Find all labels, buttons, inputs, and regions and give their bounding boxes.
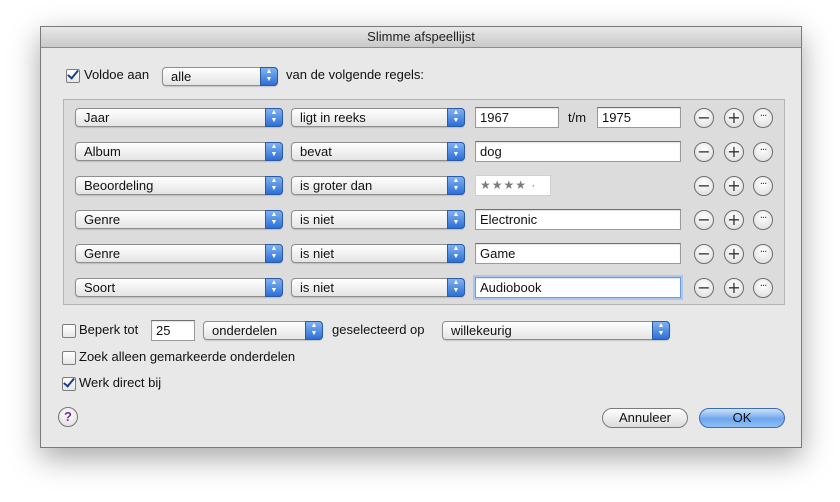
popup-arrows-icon: ▲ ▼ <box>447 278 465 297</box>
only-checked-checkbox[interactable] <box>62 351 76 365</box>
rule-field-value: Jaar <box>84 110 110 125</box>
rule-operator-popup[interactable]: is groter dan ▲ ▼ <box>291 176 465 195</box>
selected-by-value: willekeurig <box>451 323 512 338</box>
cancel-button[interactable]: Annuleer <box>602 408 688 428</box>
rule-field-value: Beoordeling <box>84 178 154 193</box>
rules-panel: Jaar ▲ ▼ ligt in reeks ▲ ▼ 1967 t/m 1975 −… <box>63 99 785 305</box>
popup-arrows-icon: ▲ ▼ <box>447 176 465 195</box>
add-nested-rule-button[interactable]: ··· <box>753 108 773 128</box>
add-nested-rule-button[interactable]: ··· <box>753 278 773 298</box>
add-rule-button[interactable]: + <box>724 244 744 264</box>
match-selector-value: alle <box>171 69 192 84</box>
rule-operator-value: is niet <box>300 246 334 261</box>
add-rule-button[interactable]: + <box>724 278 744 298</box>
live-update-label: Werk direct bij <box>79 375 162 390</box>
add-rule-button[interactable]: + <box>724 108 744 128</box>
add-nested-rule-button[interactable]: ··· <box>753 210 773 230</box>
add-rule-button[interactable]: + <box>724 142 744 162</box>
limit-unit-value: onderdelen <box>212 323 278 338</box>
rule-value-field[interactable]: Game <box>475 243 681 264</box>
rule-operator-value: bevat <box>300 144 332 159</box>
popup-arrows-icon: ▲ ▼ <box>265 210 283 229</box>
rating-stars-control[interactable]: ★★★★ · <box>475 175 551 196</box>
rule-value-field[interactable]: Audiobook <box>475 277 681 298</box>
remove-rule-button[interactable]: − <box>694 142 714 162</box>
popup-arrows-icon: ▲ ▼ <box>447 142 465 161</box>
rule-operator-value: is niet <box>300 280 334 295</box>
rule-operator-value: is niet <box>300 212 334 227</box>
add-rule-button[interactable]: + <box>724 176 744 196</box>
rule-field-value: Album <box>84 144 121 159</box>
rule-field-popup[interactable]: Genre ▲ ▼ <box>75 244 283 263</box>
rule-operator-value: is groter dan <box>300 178 373 193</box>
add-nested-rule-button[interactable]: ··· <box>753 142 773 162</box>
rule-field-popup[interactable]: Soort ▲ ▼ <box>75 278 283 297</box>
popup-arrows-icon: ▲ ▼ <box>447 244 465 263</box>
popup-arrows-icon: ▲ ▼ <box>447 210 465 229</box>
live-update-checkbox[interactable] <box>62 377 76 391</box>
remove-rule-button[interactable]: − <box>694 210 714 230</box>
rule-field-popup[interactable]: Album ▲ ▼ <box>75 142 283 161</box>
selected-by-popup[interactable]: willekeurig ▲ ▼ <box>442 321 670 340</box>
only-checked-label: Zoek alleen gemarkeerde onderdelen <box>79 349 296 364</box>
match-selector-popup[interactable]: alle ▲ ▼ <box>162 67 278 86</box>
window-title: Slimme afspeellijst <box>41 27 801 48</box>
rule-operator-popup[interactable]: bevat ▲ ▼ <box>291 142 465 161</box>
remove-rule-button[interactable]: − <box>694 244 714 264</box>
remove-rule-button[interactable]: − <box>694 278 714 298</box>
rule-value-field[interactable]: Electronic <box>475 209 681 230</box>
rule-operator-popup[interactable]: is niet ▲ ▼ <box>291 278 465 297</box>
popup-arrows-icon: ▲ ▼ <box>265 278 283 297</box>
popup-arrows-icon: ▲ ▼ <box>265 176 283 195</box>
rule-operator-popup[interactable]: is niet ▲ ▼ <box>291 210 465 229</box>
popup-arrows-icon: ▲ ▼ <box>652 321 670 340</box>
remove-rule-button[interactable]: − <box>694 108 714 128</box>
popup-arrows-icon: ▲ ▼ <box>265 142 283 161</box>
rule-field-popup[interactable]: Genre ▲ ▼ <box>75 210 283 229</box>
rule-value-to-field[interactable]: 1975 <box>597 107 681 128</box>
add-nested-rule-button[interactable]: ··· <box>753 244 773 264</box>
ok-button[interactable]: OK <box>699 408 785 428</box>
match-checkbox[interactable] <box>66 69 80 83</box>
rule-operator-popup[interactable]: is niet ▲ ▼ <box>291 244 465 263</box>
match-suffix-label: van de volgende regels: <box>286 67 425 82</box>
limit-unit-popup[interactable]: onderdelen ▲ ▼ <box>203 321 323 340</box>
rule-operator-value: ligt in reeks <box>300 110 366 125</box>
smart-playlist-dialog: Slimme afspeellijst Voldoe aan alle ▲ ▼ v… <box>40 26 802 448</box>
limit-amount-field[interactable]: 25 <box>151 320 195 341</box>
rule-field-popup[interactable]: Jaar ▲ ▼ <box>75 108 283 127</box>
add-rule-button[interactable]: + <box>724 210 744 230</box>
rule-value-from-field[interactable]: 1967 <box>475 107 559 128</box>
popup-arrows-icon: ▲ ▼ <box>265 108 283 127</box>
popup-arrows-icon: ▲ ▼ <box>305 321 323 340</box>
popup-arrows-icon: ▲ ▼ <box>447 108 465 127</box>
rule-field-popup[interactable]: Beoordeling ▲ ▼ <box>75 176 283 195</box>
rule-value-field[interactable]: dog <box>475 141 681 162</box>
rule-field-value: Genre <box>84 212 121 227</box>
popup-arrows-icon: ▲ ▼ <box>260 67 278 86</box>
limit-label: Beperk tot <box>79 322 139 337</box>
selected-by-label: geselecteerd op <box>332 322 425 337</box>
popup-arrows-icon: ▲ ▼ <box>265 244 283 263</box>
match-prefix-label: Voldoe aan <box>84 67 150 82</box>
range-separator-label: t/m <box>568 110 587 125</box>
rule-field-value: Genre <box>84 246 121 261</box>
remove-rule-button[interactable]: − <box>694 176 714 196</box>
limit-checkbox[interactable] <box>62 324 76 338</box>
rule-field-value: Soort <box>84 280 116 295</box>
add-nested-rule-button[interactable]: ··· <box>753 176 773 196</box>
rule-operator-popup[interactable]: ligt in reeks ▲ ▼ <box>291 108 465 127</box>
help-button[interactable]: ? <box>58 407 78 427</box>
